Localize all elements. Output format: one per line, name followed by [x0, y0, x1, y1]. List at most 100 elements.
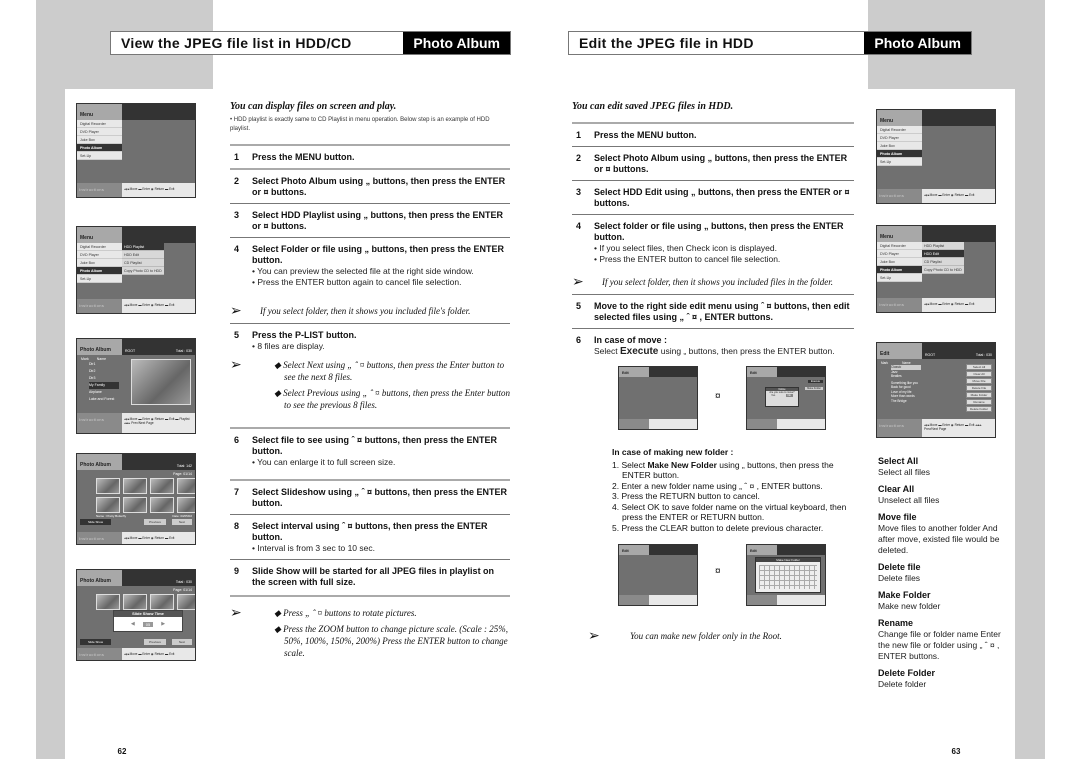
thumbnail	[123, 478, 147, 494]
menu-item: DVD Player	[77, 128, 122, 136]
page-indicator: Page: 01/14	[173, 588, 192, 592]
total-count: Total: 142	[176, 464, 192, 468]
right-page-number: 63	[944, 733, 968, 759]
new-folder-step: 1. Select Make New Folder using „ button…	[612, 459, 834, 481]
instructions-help: ◂◈▸Move ▬ Enter ◉ Return ▬ Exit	[922, 298, 995, 312]
step-8: 8 Select interval using ˆ ¤ buttons, then…	[234, 521, 488, 553]
total-count: Total : 030	[175, 349, 192, 353]
submenu-item: Copy Photo CD to HDD	[122, 267, 164, 275]
next-button: Next	[171, 519, 192, 525]
menu-item: DVD Player	[877, 250, 922, 258]
right-page-title: Edit the JPEG file in HDD	[579, 35, 754, 51]
screen-virtual-keyboard: Edit Make New Folder	[746, 544, 826, 606]
screen-title: Photo Album	[77, 339, 122, 355]
clear-all-button: Clear All	[966, 371, 992, 377]
submenu-item: HDD Playlist	[922, 242, 964, 250]
delete-folder-button: Delete Folder	[966, 406, 992, 412]
step-7: 7 Select Slideshow using „ ˆ ¤ buttons, t…	[234, 487, 508, 508]
screen-title: Menu	[77, 104, 122, 120]
submenu-item: CD Playlist	[922, 258, 964, 266]
menu-item: Set-Up	[877, 158, 922, 166]
thumbnail	[177, 594, 195, 610]
instructions-label: Instructions	[877, 189, 922, 203]
notice-dialog: Notice Are you sure to move? Yes No	[765, 387, 799, 407]
screen-slideshow-time: Photo Album Total : 030 Page: 01/14 Slid…	[76, 569, 196, 661]
left-intro-title: You can display files on screen and play…	[230, 101, 397, 112]
step-4: 4 Select Folder or file using „ buttons, …	[234, 244, 505, 287]
screen-edit-make-folder: Edit	[618, 544, 698, 606]
menu-item-selected: Photo Album	[77, 144, 122, 152]
step-1: 1 Press the MENU button.	[576, 130, 697, 140]
col-mark: Mark	[81, 357, 89, 361]
menu-item-selected: Photo Album	[877, 266, 922, 274]
total-count: Total : 030	[175, 580, 192, 584]
arrow-icon: ¤	[715, 391, 721, 402]
col-mark: Mark	[881, 361, 889, 365]
menu-item-selected: Photo Album	[77, 267, 122, 275]
term: Make Folder	[878, 590, 931, 600]
new-folder-step: 2. Enter a new folder name using „ ˆ ¤ ,…	[612, 480, 823, 491]
menu-item: Set-Up	[77, 275, 122, 283]
term: Delete file	[878, 562, 921, 572]
right-instructions-column: You can edit saved JPEG files in HDD. 1P…	[572, 101, 854, 362]
note-arrow-icon: ➢	[230, 356, 242, 372]
instructions-help: ◂◈▸Move ▬ Enter ◉ Return ▬ Exit	[922, 189, 995, 203]
menu-item: Juke Box	[877, 258, 922, 266]
menu-item: Set-Up	[877, 274, 922, 282]
right-section-badge: Photo Album	[864, 32, 971, 54]
screen-edit-move: Edit	[618, 366, 698, 430]
submenu-item: HDD Edit	[122, 251, 164, 259]
screen-title: Edit	[877, 343, 922, 359]
submenu-item-selected: HDD Edit	[922, 250, 964, 258]
thumbnail	[96, 478, 120, 494]
thumbnail	[123, 594, 147, 610]
step-1: 1 Press the MENU button.	[234, 152, 355, 162]
folder-root: ROOT	[925, 353, 936, 357]
move-file-button: Move File	[966, 378, 992, 384]
menu-item: DVD Player	[77, 251, 122, 259]
rename-button: Rename	[966, 399, 992, 405]
right-intro-title: You can edit saved JPEG files in HDD.	[572, 101, 734, 112]
new-folder-step: 4. Select OK to save folder name on the …	[612, 501, 847, 523]
total-count: Total : 030	[975, 353, 992, 357]
term: Move file	[878, 512, 917, 522]
preview-image	[131, 359, 191, 405]
menu-item: Digital Recorder	[77, 243, 122, 251]
menu-item: Digital Recorder	[877, 242, 922, 250]
no-button: No	[785, 394, 793, 397]
make-folder-button: Make Folder	[805, 387, 823, 390]
step-5: 5 Press the P-LIST button. • 8 files are d…	[234, 330, 357, 351]
menu-item-selected: Photo Album	[877, 150, 922, 158]
thumbnail	[96, 497, 120, 513]
left-intro-note: • HDD playlist is exactly same to CD Pla…	[230, 117, 490, 132]
thumbnail	[150, 594, 174, 610]
menu-item: Juke Box	[877, 142, 922, 150]
new-folder-heading: In case of making new folder :	[612, 447, 734, 457]
note-folder: ➢ If you select folder, then it shows you…	[230, 302, 471, 318]
left-section-badge: Photo Album	[403, 32, 510, 54]
yes-button: Yes	[771, 394, 776, 397]
arrow-icon: ¤	[715, 566, 721, 577]
instructions-label: Instructions	[77, 183, 122, 197]
note-folder: ➢ If you select folder, then it shows you…	[572, 273, 833, 289]
make-folder-button: Make Folder	[966, 392, 992, 398]
menu-item: Digital Recorder	[77, 120, 122, 128]
previous-button: Previous	[144, 519, 166, 525]
step-4: 4 Select folder or file using „ buttons, …	[576, 221, 844, 264]
screen-title: Photo Album	[77, 454, 122, 470]
chevron-right-icon: ▶	[161, 621, 166, 627]
file-date: Date: 03/05/02	[172, 514, 192, 518]
instructions-help: ◂◈▸Move ▬ Enter ◉ Return ▬ Exit	[122, 299, 195, 313]
left-instructions-column: You can display files on screen and play…	[230, 101, 510, 663]
screen-title: Menu	[877, 110, 922, 126]
note-next-previous: ➢ ◆ Select Next using „ ˆ ¤ buttons, the…	[230, 356, 510, 415]
step-6: 6 In case of move : Select Execute using „…	[576, 335, 835, 357]
thumbnail	[177, 497, 195, 513]
screen-menu-hdd-playlist: Menu Digital Recorder DVD Player Juke Bo…	[76, 226, 196, 314]
note-arrow-icon: ➢	[572, 273, 584, 289]
note-rotate-zoom: ➢ ◆ Press „ ˆ ¤ buttons to rotate pictur…	[230, 605, 510, 663]
instructions-help: ◂◈▸Move ▬ Enter ◉ Return ▬ Exit	[122, 183, 195, 197]
new-folder-section: In case of making new folder : 1. Select…	[612, 447, 856, 533]
file-name: Name : Pretty Butterfly	[96, 514, 127, 518]
new-folder-step: 5. Press the CLEAR button to delete prev…	[612, 522, 824, 533]
